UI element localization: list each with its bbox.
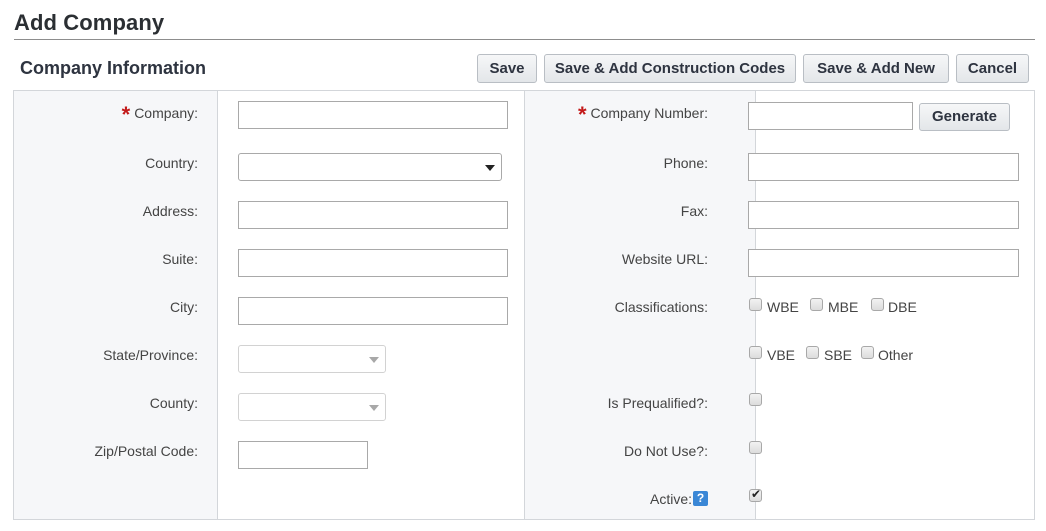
fax-input[interactable] [748, 201, 1019, 229]
page-title: Add Company [14, 10, 165, 35]
active-checkbox[interactable]: ✔ [749, 487, 762, 502]
vbe-checkbox[interactable] [749, 346, 762, 359]
cancel-button[interactable]: Cancel [956, 54, 1029, 83]
company-input[interactable] [238, 101, 508, 129]
other-checkbox[interactable] [861, 346, 874, 359]
company-number-input[interactable] [748, 102, 913, 130]
title-divider [14, 39, 1035, 40]
suite-label: Suite: [162, 251, 198, 267]
chevron-down-icon [485, 165, 495, 171]
dbe-checkbox[interactable] [871, 298, 884, 311]
website-input[interactable] [748, 249, 1019, 277]
dbe-label: DBE [888, 299, 917, 315]
save-add-new-button[interactable]: Save & Add New [803, 54, 949, 83]
city-label: City: [170, 299, 198, 315]
address-label: Address: [142, 203, 198, 219]
city-input[interactable] [238, 297, 508, 325]
zip-label: Zip/Postal Code: [94, 443, 199, 459]
classifications-label: Classifications: [614, 299, 708, 315]
do-not-use-checkbox[interactable] [749, 441, 762, 454]
company-number-label: * Company Number: [577, 102, 708, 127]
save-add-construction-codes-button[interactable]: Save & Add Construction Codes [544, 54, 796, 83]
do-not-use-label: Do Not Use?: [623, 443, 708, 459]
generate-button[interactable]: Generate [919, 103, 1010, 131]
phone-label: Phone: [663, 155, 708, 171]
required-marker: * [121, 102, 131, 127]
phone-input[interactable] [748, 153, 1019, 181]
county-label: County: [149, 395, 198, 411]
vbe-label: VBE [767, 347, 796, 363]
company-form: * Company: Country: Address: Suite: City:… [13, 90, 1035, 520]
country-dropdown[interactable] [238, 153, 502, 181]
state-label: State/Province: [103, 347, 198, 363]
fax-label: Fax: [680, 203, 708, 219]
active-label: Active:? [650, 491, 708, 507]
mbe-label: MBE [828, 299, 859, 315]
zip-input[interactable] [238, 441, 368, 469]
chevron-down-icon [369, 357, 379, 363]
county-dropdown[interactable] [238, 393, 386, 421]
website-label: Website URL: [621, 251, 708, 267]
chevron-down-icon [369, 405, 379, 411]
save-button[interactable]: Save [477, 54, 537, 83]
required-marker: * [577, 102, 587, 127]
other-label: Other [878, 347, 914, 363]
mbe-checkbox[interactable] [810, 298, 823, 311]
sbe-label: SBE [824, 347, 853, 363]
section-title: Company Information [20, 58, 207, 78]
wbe-label: WBE [767, 299, 799, 315]
state-dropdown[interactable] [238, 345, 386, 373]
sbe-checkbox[interactable] [806, 346, 819, 359]
prequalified-checkbox[interactable] [749, 393, 762, 406]
help-icon[interactable]: ? [693, 491, 708, 506]
checkmark-icon: ✔ [751, 487, 762, 501]
wbe-checkbox[interactable] [749, 298, 762, 311]
company-label: * Company: [121, 102, 198, 127]
country-label: Country: [145, 155, 198, 171]
prequalified-label: Is Prequalified?: [607, 395, 708, 411]
suite-input[interactable] [238, 249, 508, 277]
address-input[interactable] [238, 201, 508, 229]
